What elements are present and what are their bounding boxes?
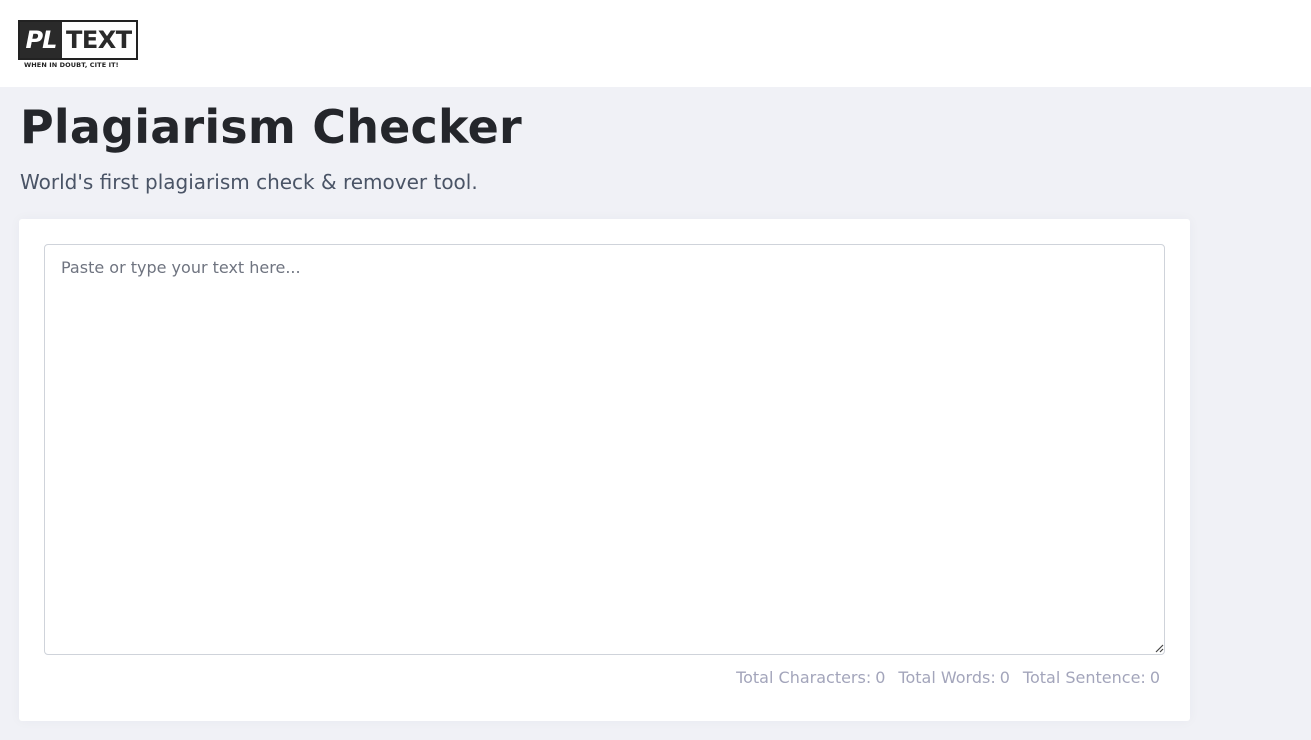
logo-box: PL TEXT: [18, 20, 138, 60]
logo-mark: PL: [20, 22, 62, 58]
text-stats: Total Characters: 0 Total Words: 0 Total…: [736, 667, 1160, 689]
stat-sentences-value: 0: [1149, 668, 1160, 687]
stat-sentences-label: Total Sentence:: [1022, 668, 1146, 687]
stat-characters-value: 0: [875, 668, 886, 687]
pltext-logo[interactable]: PL TEXT WHEN IN DOUBT, CITE IT!: [18, 20, 138, 70]
page-subtitle: World's first plagiarism check & remover…: [20, 170, 478, 194]
page-title: Plagiarism Checker: [20, 100, 522, 154]
stat-words: Total Words: 0: [898, 667, 1010, 689]
resize-handle-icon[interactable]: [1154, 643, 1164, 653]
site-header: PL TEXT WHEN IN DOUBT, CITE IT!: [0, 0, 1311, 87]
stat-words-value: 0: [999, 668, 1010, 687]
stat-characters: Total Characters: 0: [736, 667, 885, 689]
logo-word: TEXT: [66, 26, 132, 54]
stat-sentences: Total Sentence: 0: [1023, 667, 1160, 689]
checker-card: Total Characters: 0 Total Words: 0 Total…: [19, 219, 1190, 721]
stat-words-label: Total Words:: [898, 668, 996, 687]
text-input[interactable]: [44, 244, 1165, 655]
logo-tagline: WHEN IN DOUBT, CITE IT!: [24, 61, 119, 69]
stat-characters-label: Total Characters:: [736, 668, 872, 687]
